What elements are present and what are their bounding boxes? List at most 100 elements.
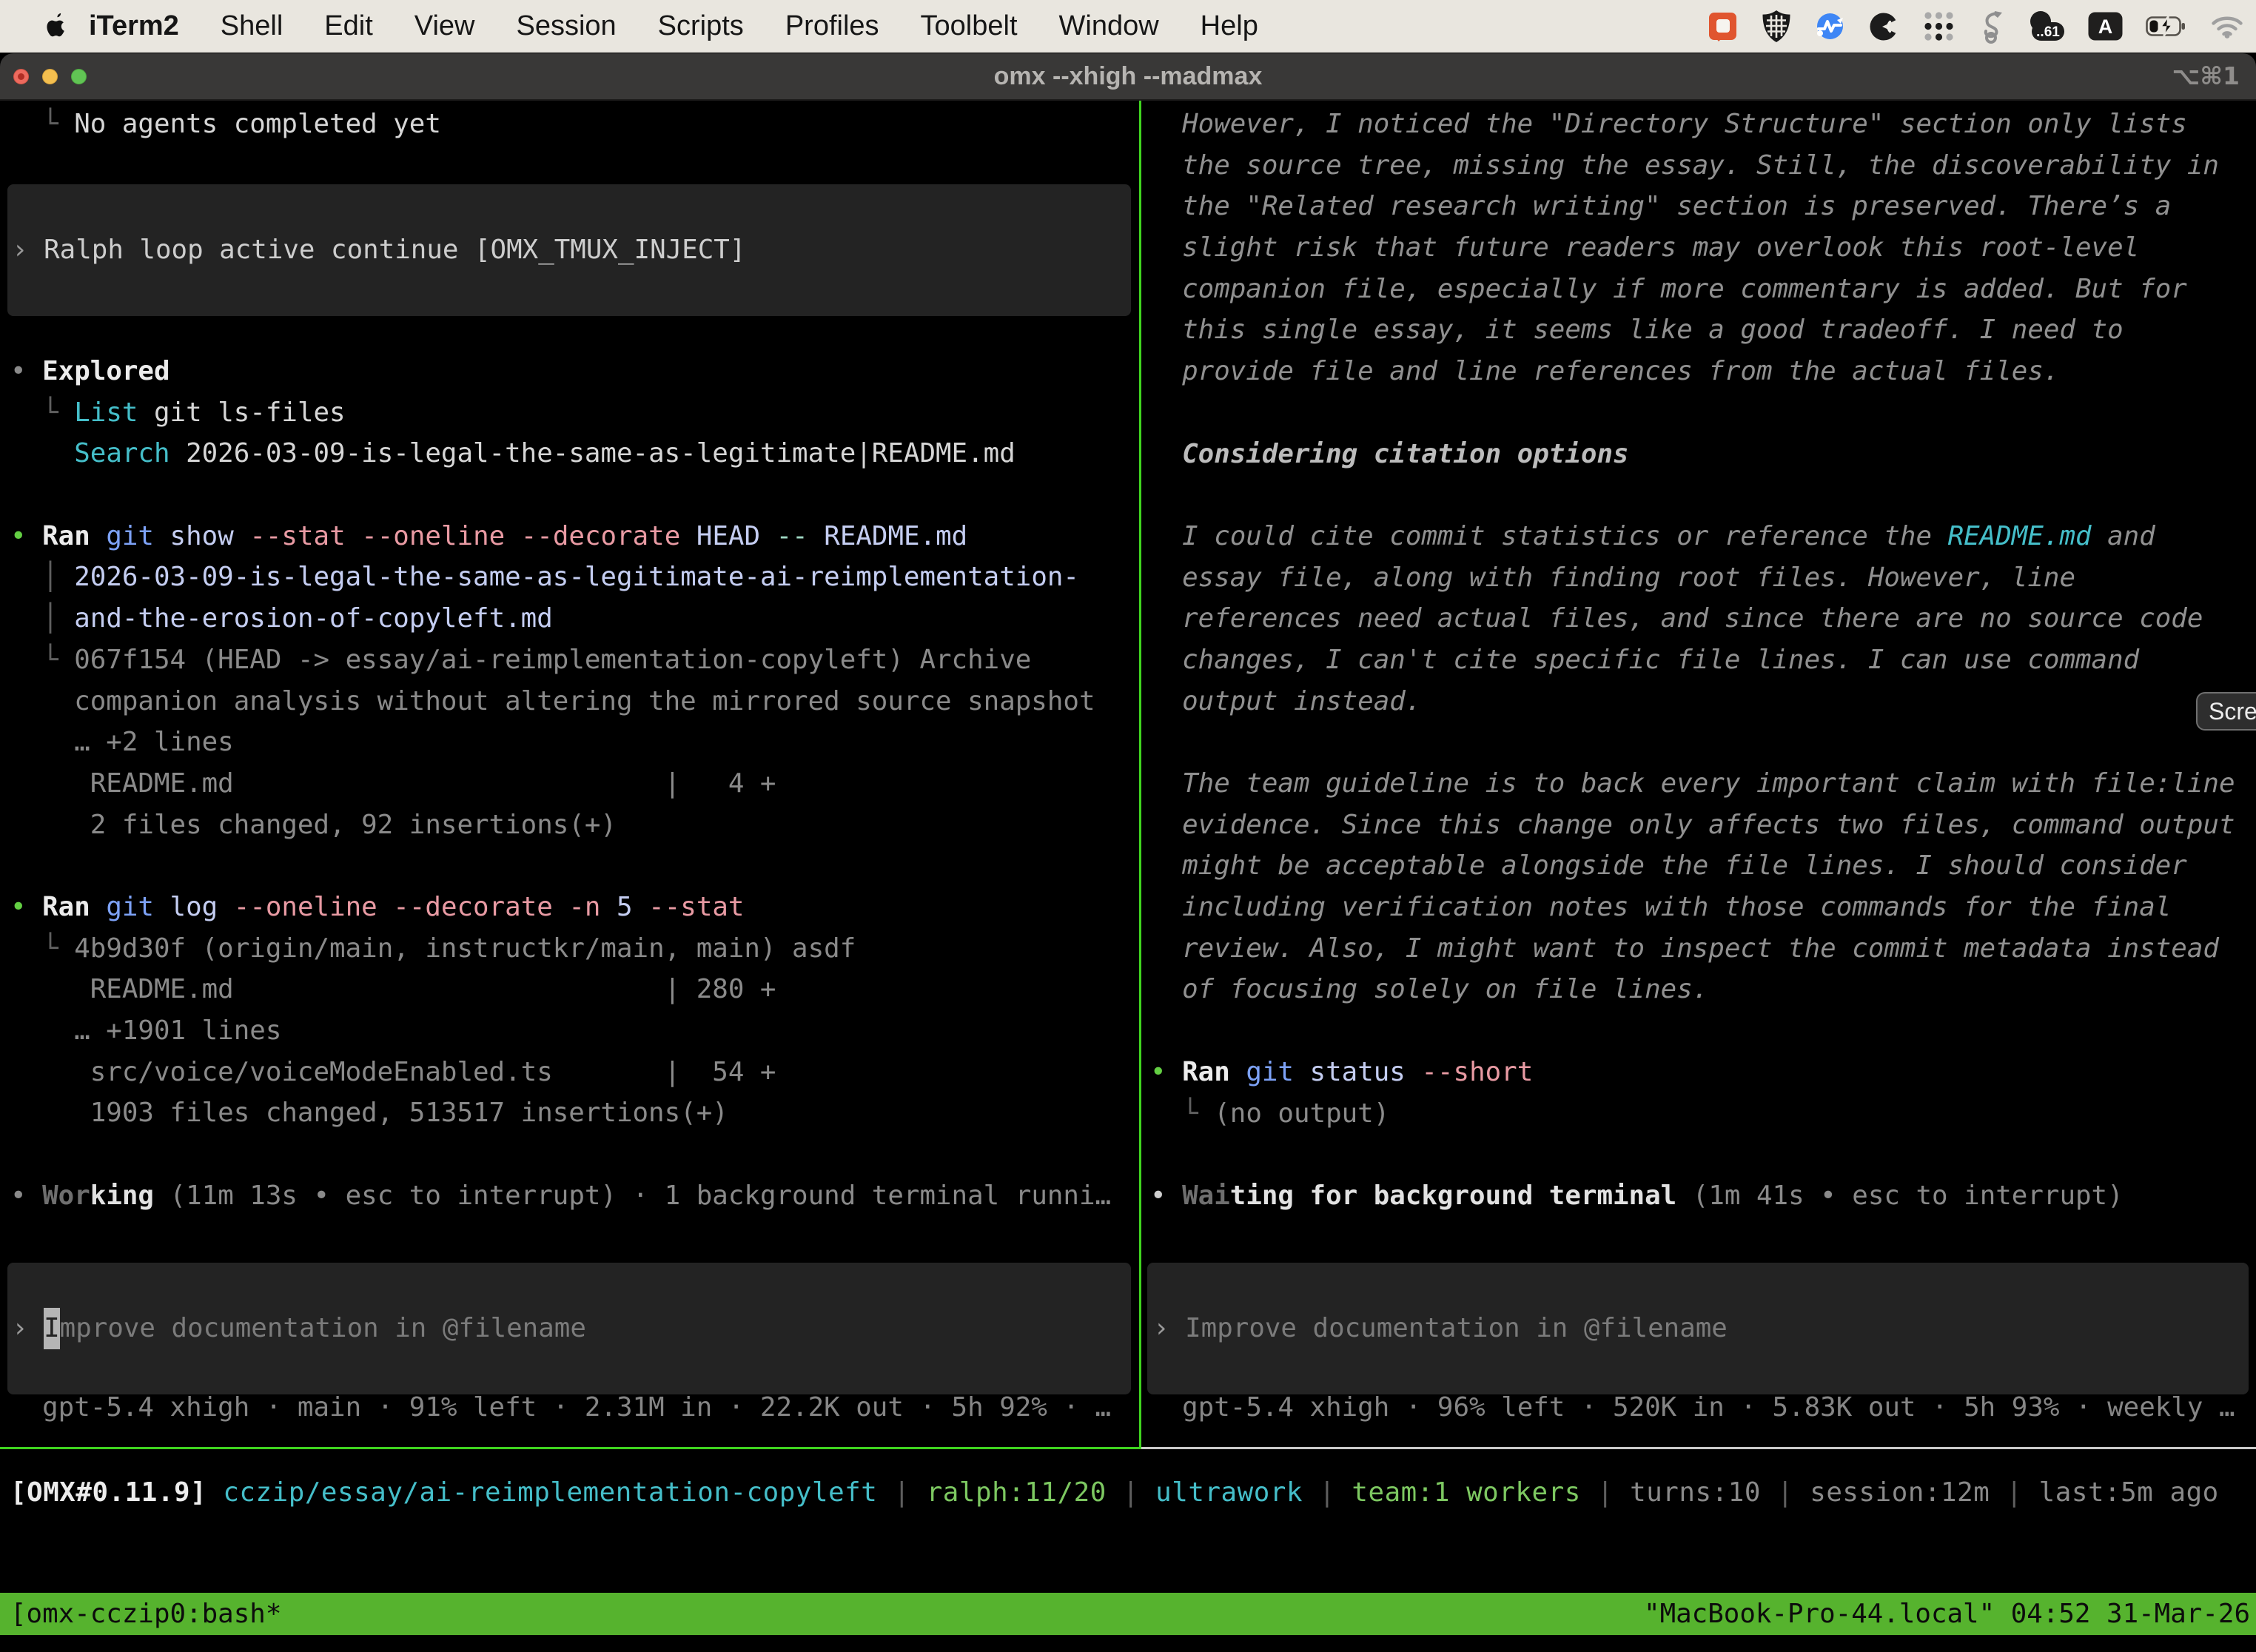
dragon-icon[interactable] bbox=[1978, 10, 2005, 44]
chat-app-icon[interactable] bbox=[1708, 11, 1738, 41]
session-status-left: gpt-5.4 xhigh · main · 91% left · 2.31M … bbox=[10, 1387, 1111, 1428]
apple-icon[interactable] bbox=[46, 13, 68, 40]
terminal-row: … +1901 lines bbox=[10, 1010, 1111, 1052]
menu-items: iTerm2ShellEditViewSessionScriptsProfile… bbox=[0, 10, 1279, 42]
terminal-row: └ 4b9d30f (origin/main, instructkr/main,… bbox=[10, 928, 1111, 970]
terminal-row: └ List git ls-files bbox=[10, 392, 1111, 434]
terminal-row: 2 files changed, 92 insertions(+) bbox=[10, 805, 1111, 846]
terminal-row: However, I noticed the "Directory Struct… bbox=[1150, 104, 2235, 145]
terminal-row: provide file and line references from th… bbox=[1150, 351, 2235, 392]
menu-bar-status-tray: ..61 A bbox=[1708, 0, 2243, 53]
cloud-badge-icon[interactable]: ..61 bbox=[2028, 10, 2065, 43]
tmux-host-clock: "MacBook-Pro-44.local" 04:52 31-Mar-26 bbox=[1644, 1593, 2250, 1635]
pane-divider[interactable] bbox=[1139, 101, 1141, 1449]
composer-placeholder: Improve documentation in @filename bbox=[1185, 1308, 1728, 1349]
terminal-row bbox=[1150, 1134, 2235, 1175]
terminal-row: Considering citation options bbox=[1150, 434, 2235, 475]
terminal-row: • Working (11m 13s • esc to interrupt) ·… bbox=[10, 1175, 1111, 1217]
terminal-row: the source tree, missing the essay. Stil… bbox=[1150, 145, 2235, 187]
screen-pill-label: Scre bbox=[2209, 698, 2256, 725]
terminal-row: │ and-the-erosion-of-copyleft.md bbox=[10, 598, 1111, 639]
terminal-row: src/voice/voiceModeEnabled.ts | 54 + bbox=[10, 1052, 1111, 1093]
shield-grid-icon[interactable] bbox=[1761, 10, 1792, 43]
composer-prompt: › bbox=[1153, 1308, 1185, 1349]
svg-text:..61: ..61 bbox=[2036, 24, 2060, 40]
svg-text:A: A bbox=[2098, 16, 2113, 38]
terminal-row: • Ran git log --oneline --decorate -n 5 … bbox=[10, 887, 1111, 928]
session-status-right: gpt-5.4 xhigh · 96% left · 520K in · 5.8… bbox=[1150, 1387, 2235, 1428]
menu-item-edit[interactable]: Edit bbox=[303, 10, 393, 42]
terminal-row: └ 067f154 (HEAD -> essay/ai-reimplementa… bbox=[10, 639, 1111, 681]
terminal-row bbox=[10, 1134, 1111, 1175]
terminal-row: └ No agents completed yet bbox=[10, 104, 441, 145]
text-cursor: I bbox=[44, 1308, 60, 1349]
terminal-row: output instead. bbox=[1150, 681, 2235, 722]
menu-item-iterm2[interactable]: iTerm2 bbox=[68, 10, 200, 42]
window-shortcut-badge: ⌥⌘1 bbox=[2172, 53, 2240, 99]
terminal-row: 1903 files changed, 513517 insertions(+) bbox=[10, 1092, 1111, 1134]
window-title: omx --xhigh --madmax bbox=[0, 53, 2256, 99]
terminal-row: I could cite commit statistics or refere… bbox=[1150, 516, 2235, 557]
terminal-row: companion analysis without altering the … bbox=[10, 681, 1111, 722]
terminal-row: might be acceptable alongside the file l… bbox=[1150, 845, 2235, 887]
composer-input-right[interactable]: › Improve documentation in @filename bbox=[1147, 1263, 2249, 1394]
terminal-row: • Ran git status --short bbox=[1150, 1052, 2235, 1093]
terminal-row: review. Also, I might want to inspect th… bbox=[1150, 928, 2235, 970]
terminal-row: • Waiting for background terminal (1m 41… bbox=[1150, 1175, 2235, 1217]
menu-item-help[interactable]: Help bbox=[1180, 10, 1279, 42]
menu-item-shell[interactable]: Shell bbox=[200, 10, 304, 42]
terminal-row: companion file, especially if more comme… bbox=[1150, 269, 2235, 310]
terminal-row: README.md | 280 + bbox=[10, 969, 1111, 1010]
terminal-row: └ (no output) bbox=[1150, 1093, 2235, 1135]
terminal-row: … +2 lines bbox=[10, 722, 1111, 763]
screen-share-overlay-button[interactable]: Scre bbox=[2196, 692, 2256, 731]
terminal-row bbox=[1150, 722, 2235, 763]
terminal-row: essay file, along with finding root file… bbox=[1150, 557, 2235, 599]
battery-charging-icon[interactable] bbox=[2146, 16, 2188, 37]
menu-item-profiles[interactable]: Profiles bbox=[765, 10, 900, 42]
dark-mode-icon[interactable] bbox=[1868, 11, 1899, 42]
tmux-session-name: [omx-cczip0:bash* bbox=[10, 1593, 281, 1635]
window-title-bar[interactable]: omx --xhigh --madmax ⌥⌘1 bbox=[0, 53, 2256, 101]
pane-border-bottom-active bbox=[0, 1447, 1139, 1449]
terminal-content[interactable]: └ No agents completed yet › Ralph loop a… bbox=[0, 101, 2256, 1652]
terminal-row: The team guideline is to back every impo… bbox=[1150, 763, 2235, 805]
menu-item-toolbelt[interactable]: Toolbelt bbox=[900, 10, 1038, 42]
composer-prompt: › bbox=[12, 1308, 44, 1349]
right-pane-transcript: However, I noticed the "Directory Struct… bbox=[1150, 104, 2235, 1217]
terminal-row: • Ran git show --stat --oneline --decora… bbox=[10, 516, 1111, 557]
injected-message-box: › Ralph loop active continue [OMX_TMUX_I… bbox=[7, 184, 1131, 316]
dots-grid-icon[interactable] bbox=[1922, 10, 1955, 43]
terminal-row bbox=[1150, 474, 2235, 516]
terminal-row: of focusing solely on file lines. bbox=[1150, 969, 2235, 1010]
macos-menu-bar: iTerm2ShellEditViewSessionScriptsProfile… bbox=[0, 0, 2256, 53]
activity-monitor-icon[interactable] bbox=[1815, 11, 1845, 41]
terminal-row: references need actual files, and since … bbox=[1150, 598, 2235, 639]
terminal-row: evidence. Since this change only affects… bbox=[1150, 805, 2235, 846]
terminal-row: changes, I can't cite specific file line… bbox=[1150, 639, 2235, 681]
terminal-row bbox=[10, 474, 1111, 516]
terminal-row: │ 2026-03-09-is-legal-the-same-as-legiti… bbox=[10, 557, 1111, 598]
terminal-row bbox=[10, 845, 1111, 887]
left-pane-transcript: • Explored └ List git ls-files Search 20… bbox=[10, 351, 1111, 1216]
menu-item-view[interactable]: View bbox=[394, 10, 496, 42]
left-pane-transcript-top: └ No agents completed yet bbox=[10, 104, 441, 145]
omx-status-line: [OMX#0.11.9] cczip/essay/ai-reimplementa… bbox=[10, 1472, 2219, 1514]
terminal-row: README.md | 4 + bbox=[10, 763, 1111, 805]
terminal-row: • Explored bbox=[10, 351, 1111, 392]
wifi-icon[interactable] bbox=[2211, 15, 2243, 38]
inject-prompt: › bbox=[12, 229, 44, 271]
macos-desktop: {"menu_bar":{"items":[{"label":"iTerm2",… bbox=[0, 0, 2256, 1652]
keyboard-layout-icon[interactable]: A bbox=[2088, 12, 2123, 41]
composer-input-left[interactable]: › Improve documentation in @filename bbox=[7, 1263, 1131, 1394]
menu-item-scripts[interactable]: Scripts bbox=[637, 10, 765, 42]
menu-item-window[interactable]: Window bbox=[1038, 10, 1180, 42]
inject-text: Ralph loop active continue [OMX_TMUX_INJ… bbox=[44, 229, 745, 271]
terminal-row: this single essay, it seems like a good … bbox=[1150, 309, 2235, 351]
pane-border-bottom-inactive bbox=[1141, 1447, 2256, 1449]
iterm2-window: omx --xhigh --madmax ⌥⌘1 └ No agents com… bbox=[0, 53, 2256, 1652]
terminal-row: [OMX#0.11.9] cczip/essay/ai-reimplementa… bbox=[10, 1472, 2219, 1514]
menu-item-session[interactable]: Session bbox=[495, 10, 637, 42]
tmux-status-bar: [omx-cczip0:bash* "MacBook-Pro-44.local"… bbox=[0, 1593, 2256, 1635]
composer-placeholder: mprove documentation in @filename bbox=[60, 1308, 586, 1349]
